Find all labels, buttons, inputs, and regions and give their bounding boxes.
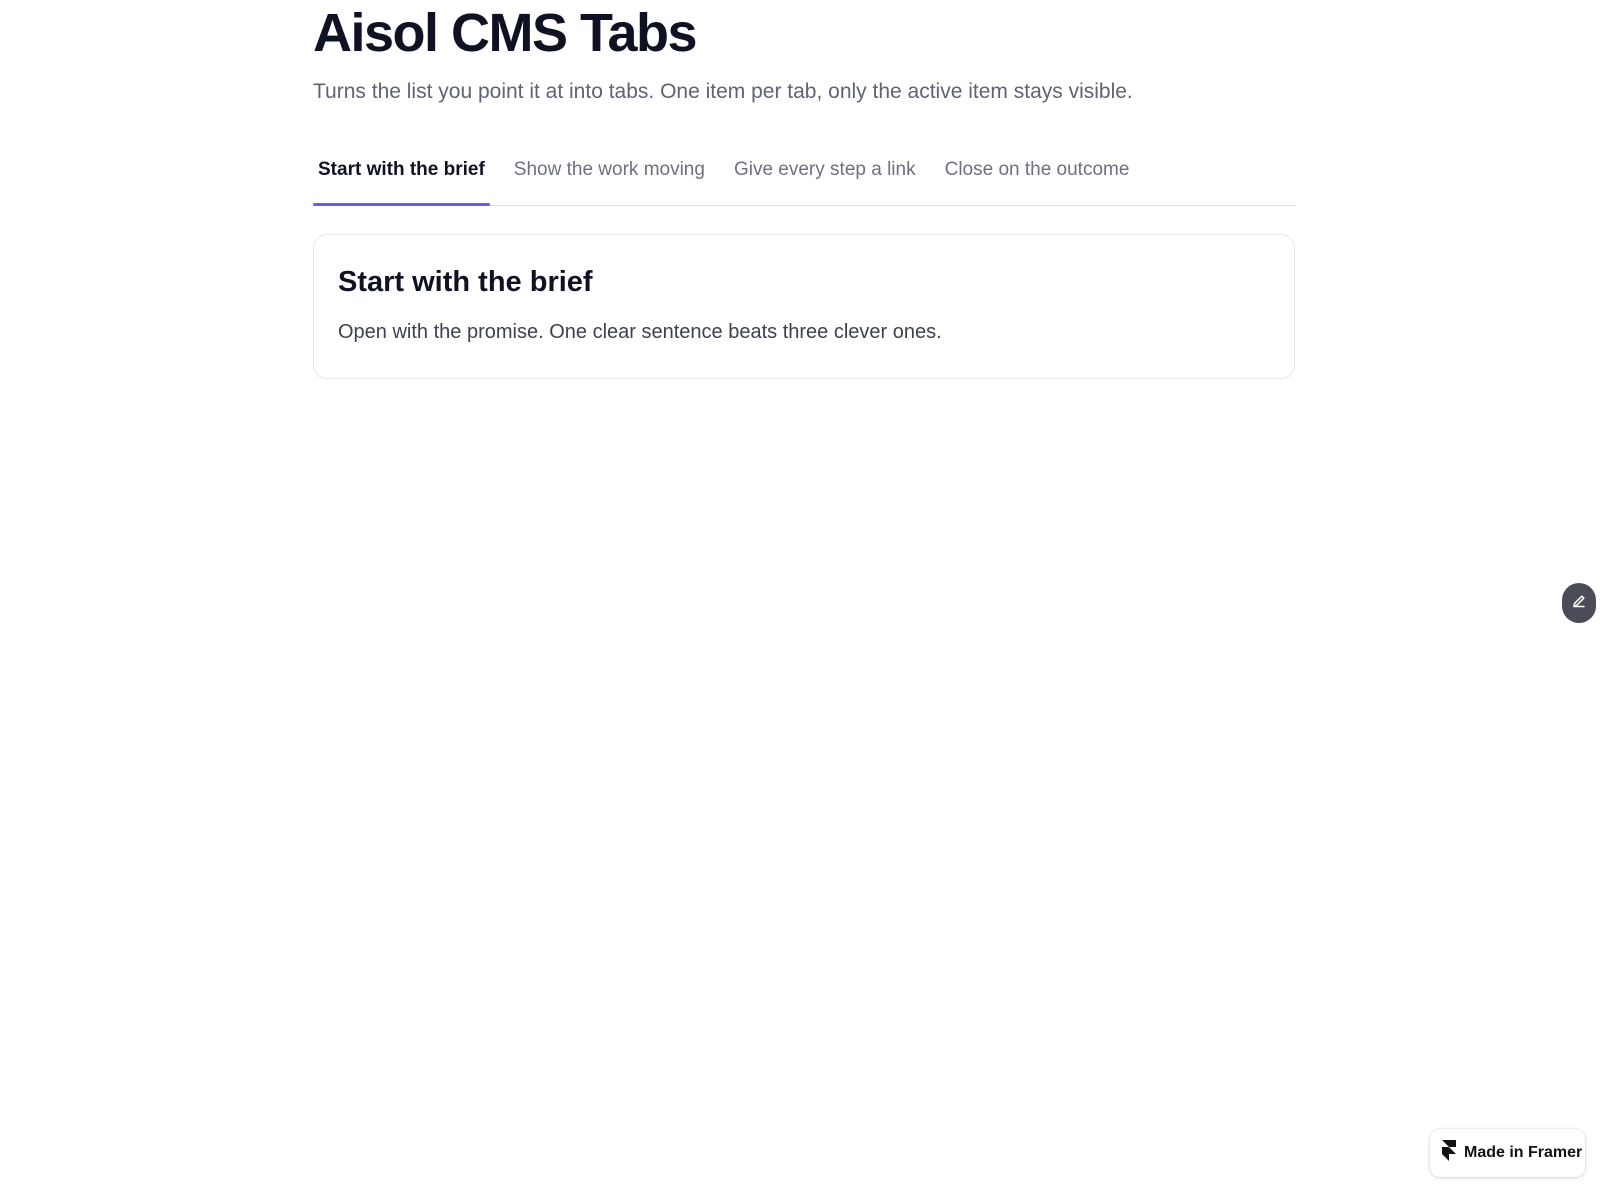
edit-button[interactable] xyxy=(1562,583,1596,623)
tab-show-the-work-moving[interactable]: Show the work moving xyxy=(509,155,710,205)
framer-logo-icon xyxy=(1442,1140,1456,1166)
badge-label: Made in Framer xyxy=(1464,1144,1583,1161)
tab-bar: Start with the brief Show the work movin… xyxy=(313,156,1295,206)
panel-body: Open with the promise. One clear sentenc… xyxy=(338,321,942,343)
panel-title: Start with the brief xyxy=(338,266,593,298)
page: Aisol CMS Tabs Turns the list you point … xyxy=(0,0,1600,1200)
main-content: Aisol CMS Tabs Turns the list you point … xyxy=(313,0,1295,379)
page-subtitle: Turns the list you point it at into tabs… xyxy=(313,80,1133,103)
made-in-framer-badge[interactable]: Made in Framer xyxy=(1430,1129,1585,1177)
page-title: Aisol CMS Tabs xyxy=(313,3,698,63)
tab-close-on-the-outcome[interactable]: Close on the outcome xyxy=(940,155,1135,205)
tab-give-every-step-a-link[interactable]: Give every step a link xyxy=(729,155,921,205)
pencil-icon xyxy=(1571,593,1587,614)
tab-start-with-the-brief[interactable]: Start with the brief xyxy=(313,155,490,206)
tab-panel: Start with the brief Open with the promi… xyxy=(313,234,1295,379)
